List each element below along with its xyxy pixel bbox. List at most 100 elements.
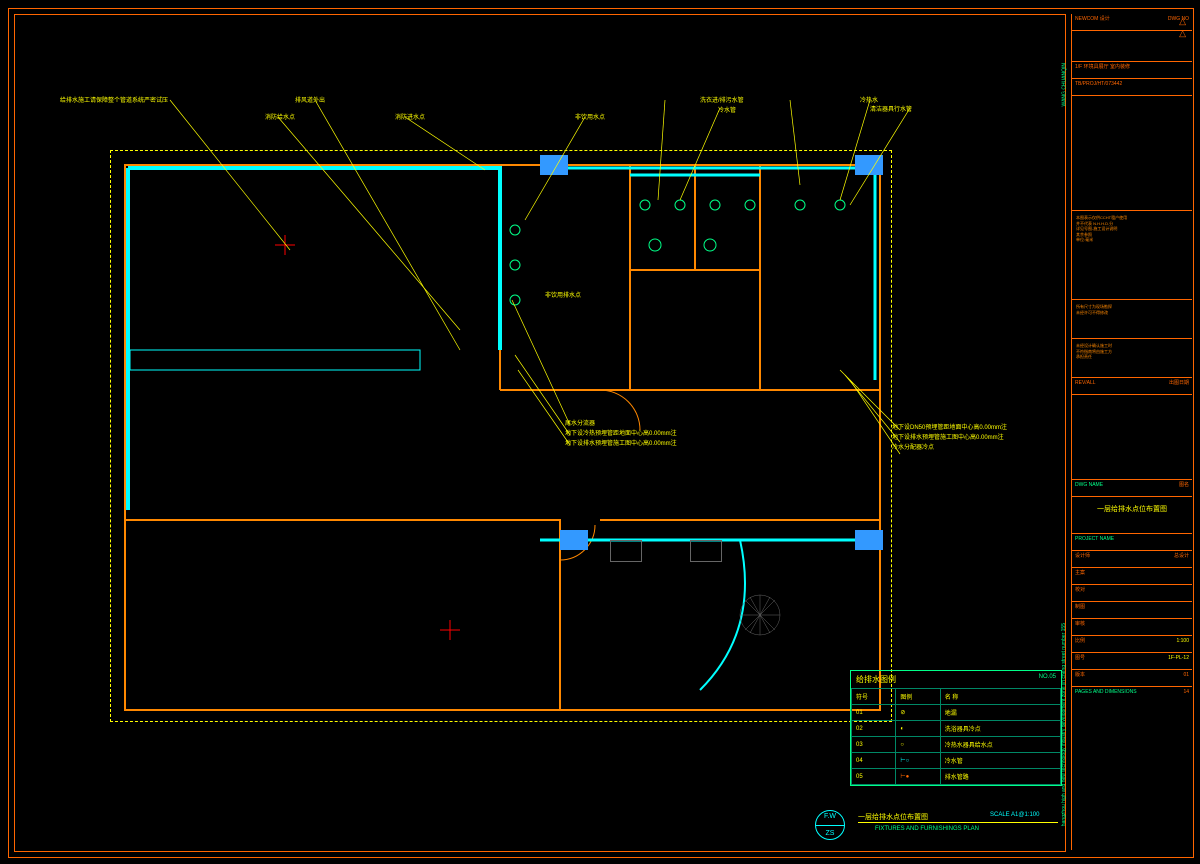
legend-head: 符号 — [852, 689, 896, 705]
legend-cell: 01 — [852, 705, 896, 721]
tb-label: DWG NAME — [1075, 482, 1103, 488]
tb-f2: 主案 — [1072, 568, 1192, 585]
tb-val: 图名 — [1179, 482, 1189, 489]
stamp-top: F.W — [816, 813, 844, 820]
callout: 排风道外出 — [295, 95, 325, 104]
tb-header: NEWCOM 设计 DWG NO — [1072, 14, 1192, 31]
hvac-unit — [855, 155, 883, 175]
vertical-code-text: WANG CHUANQIN — [1061, 63, 1067, 106]
legend-symbol: ◐ — [896, 721, 940, 737]
tb-val: 1F-PL-12 — [1168, 655, 1189, 662]
callout: 地下设排水预埋管施工图中心高0.00mm注 — [892, 432, 1004, 441]
legend-symbol: ⊘ — [896, 705, 940, 721]
tb-notes: 本图表示仅供CCHT租户使用 并不代表 N.H.H.D.分 详见号图-施工设计说… — [1072, 211, 1192, 300]
warning-icon: △ — [1179, 28, 1186, 40]
tb-label: 审核 — [1075, 621, 1085, 627]
legend-head: 名 称 — [940, 689, 1060, 705]
planter-box — [690, 540, 722, 562]
legend-cell: 洗浴器具冷点 — [940, 721, 1060, 737]
tb-date: PAGES AND DIMENSIONS 14 — [1072, 687, 1192, 703]
hvac-unit — [855, 530, 883, 550]
tb-sheet-title: 一层给排水点位布置图 — [1072, 497, 1192, 534]
tb-code: TB/PROJ/HT/073442 — [1072, 79, 1192, 96]
legend-cell: 冷水管 — [940, 753, 1060, 769]
stamp-divider — [816, 825, 844, 826]
legend-cell: 03 — [852, 737, 896, 753]
tb-f5: 审核 — [1072, 619, 1192, 636]
legend-table: 给排水图例 NO.05 符号图例名 称 01⊘地漏 02◐洗浴器具冷点 03○冷… — [850, 670, 1062, 786]
callout: 给排水施工请保障整个管道系统严密试压 — [60, 95, 168, 104]
tb-label: 主案 — [1075, 570, 1085, 576]
drain-pipe-icon: ⊢● — [900, 773, 909, 780]
legend-cell: 02 — [852, 721, 896, 737]
tb-val: 01 — [1183, 672, 1189, 679]
tb-project: 1/F 环境具展厅 室内装修 — [1072, 62, 1192, 79]
tb-label: REV/ALL — [1075, 380, 1096, 386]
callout: 地下设排水预埋管施工图中心高0.00mm注 — [565, 438, 677, 447]
landscape-tree — [730, 590, 790, 640]
drawing-title: 一层给排水点位布置图 — [858, 812, 928, 822]
callout: 消防进水点 — [395, 112, 425, 121]
tb-spacer — [1072, 96, 1192, 211]
tb-warning: △ △ — [1072, 31, 1192, 62]
drawing-subtitle: FIXTURES AND FURNISHINGS PLAN — [875, 826, 979, 832]
legend-cell: 04 — [852, 753, 896, 769]
tb-label: 设计师 — [1075, 553, 1090, 559]
callout: 非饮用排水点 — [545, 290, 581, 299]
tb-label: 制图 — [1075, 604, 1085, 610]
legend-cell: 冷热水器具给水点 — [940, 737, 1060, 753]
tb-label: 图号 — [1075, 655, 1085, 661]
tb-spacer — [1072, 395, 1192, 480]
tb-val: 1:100 — [1176, 638, 1189, 645]
legend-cell: 排水管路 — [940, 769, 1060, 785]
callout: 尾水分流器 — [565, 418, 595, 427]
legend-no: NO.05 — [1039, 674, 1056, 680]
legend-cell: 05 — [852, 769, 896, 785]
callout: 清洁器具行水管 — [870, 104, 912, 113]
tb-label: PAGES AND DIMENSIONS — [1075, 689, 1137, 695]
drain-icon: ⊘ — [900, 709, 905, 716]
stamp-circle: F.W ZS — [815, 810, 845, 840]
tb-label: NEWCOM 设计 — [1075, 16, 1110, 22]
tb-notes: 所有尺寸为现场勘探 未经许可不得修改 — [1072, 300, 1192, 339]
hvac-unit — [540, 155, 568, 175]
circle-icon: ○ — [900, 742, 904, 748]
tb-dwglabel: DWG NAME 图名 — [1072, 480, 1192, 497]
planter-box — [610, 540, 642, 562]
tb-dwg: 图号 1F-PL-12 — [1072, 653, 1192, 670]
pipe-icon: ⊢○ — [900, 757, 909, 764]
legend-title: 给排水图例 NO.05 — [851, 671, 1061, 688]
legend-title-text: 给排水图例 — [856, 675, 896, 684]
title-stamp: F.W ZS — [815, 810, 851, 838]
tb-val: 总设计 — [1174, 553, 1189, 560]
tb-scale: 比例 1:100 — [1072, 636, 1192, 653]
callout: 冷水管 — [718, 105, 736, 114]
tb-label: 比例 — [1075, 638, 1085, 644]
tb-f4: 制图 — [1072, 602, 1192, 619]
title-underline — [858, 822, 1058, 823]
callout: 非饮用水点 — [575, 112, 605, 121]
tb-f3: 校对 — [1072, 585, 1192, 602]
legend-symbol: ⊢● — [896, 769, 940, 785]
legend-symbol: ○ — [896, 737, 940, 753]
warning-icon: △ — [1179, 16, 1186, 28]
tb-f1: 设计师 总设计 — [1072, 551, 1192, 568]
callout: 冷水分配器冷点 — [892, 442, 934, 451]
callout: 地下设冷热预埋管距地面中心高0.00mm注 — [565, 428, 677, 437]
callout: 洗衣进/排污水管 — [700, 95, 744, 104]
tb-notes: 未经设计确认施工时 不符指南将由施工方 承担责任 — [1072, 339, 1192, 378]
tb-label: 版本 — [1075, 672, 1085, 678]
drawing-stage: NEWCOM 设计 DWG NO △ △ 1/F 环境具展厅 室内装修 TB/P… — [0, 0, 1200, 864]
legend-cell: 地漏 — [940, 705, 1060, 721]
tb-rev: REV/ALL 出图日期 — [1072, 378, 1192, 395]
tb-val: 14 — [1183, 689, 1189, 696]
tb-proj-footer: PROJECT NAME — [1072, 534, 1192, 551]
drawing-scale: SCALE A1@1:100 — [990, 812, 1039, 818]
tb-val: 出图日期 — [1169, 380, 1189, 387]
titleblock: NEWCOM 设计 DWG NO △ △ 1/F 环境具展厅 室内装修 TB/P… — [1071, 14, 1192, 850]
stamp-bot: ZS — [816, 830, 844, 837]
callout: 冷热水 — [860, 95, 878, 104]
tb-label: PROJECT NAME — [1075, 536, 1114, 542]
legend-symbol: ⊢○ — [896, 753, 940, 769]
half-circle-icon: ◐ — [900, 726, 904, 732]
